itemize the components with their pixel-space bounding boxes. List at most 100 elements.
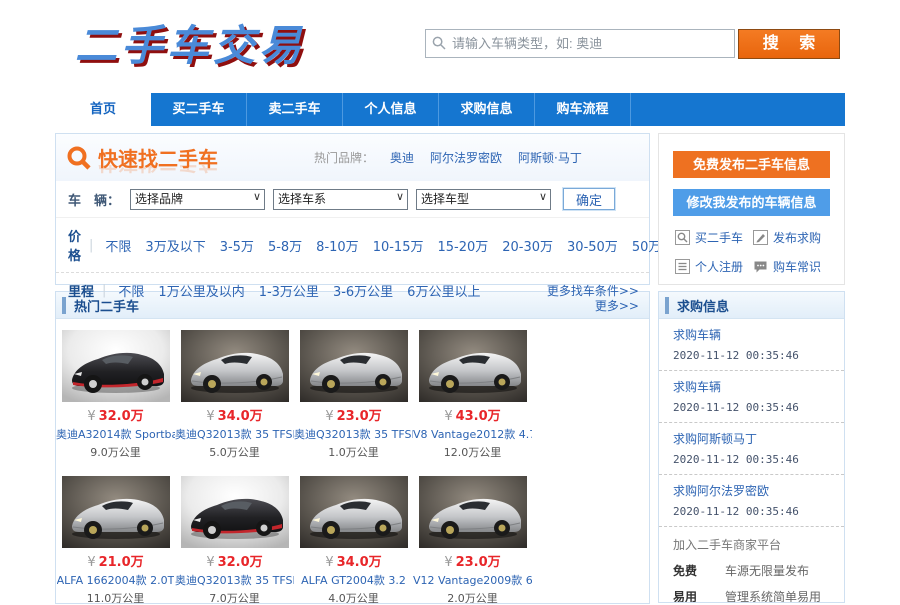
car-card: ¥23.0万 奥迪Q32013款 35 TFSI 进 1.0万公里 (294, 330, 413, 460)
car-price: ¥32.0万 (206, 551, 262, 570)
car-name-link[interactable]: 奥迪A32014款 Sportback (56, 426, 175, 442)
chat-icon (753, 259, 768, 274)
price-option-3-5[interactable]: 3-5万 (220, 236, 254, 255)
price-option-30-50[interactable]: 30-50万 (567, 236, 618, 255)
car-photo[interactable] (62, 476, 170, 548)
wanted-item-link[interactable]: 求购阿斯顿马丁 (673, 430, 834, 447)
register-link[interactable]: 个人注册 (675, 258, 753, 275)
car-card: ¥32.0万 奥迪A32014款 Sportback 9.0万公里 (56, 330, 175, 460)
hot-brand-alfa[interactable]: 阿尔法罗密欧 (430, 149, 502, 166)
car-price: ¥34.0万 (206, 405, 262, 424)
car-photo[interactable] (300, 476, 408, 548)
edit-icon (753, 230, 768, 245)
join-row: 易用 管理系统简单易用 (673, 588, 834, 603)
hot-brand-audi[interactable]: 奥迪 (390, 149, 414, 166)
car-card: ¥21.0万 ALFA 1662004款 2.0T 11.0万公里 (56, 476, 175, 604)
nav-tab-home[interactable]: 首页 (55, 93, 151, 126)
nav-tab-profile[interactable]: 个人信息 (343, 93, 439, 126)
search-input[interactable] (425, 29, 735, 58)
series-select[interactable]: 选择车系 (273, 189, 408, 210)
car-card: ¥34.0万 ALFA GT2004款 3.2 4.0万公里 (294, 476, 413, 604)
wanted-item: 求购阿尔法罗密欧 2020-11-12 00:35:46 (659, 475, 844, 527)
car-name-link[interactable]: ALFA GT2004款 3.2 (301, 572, 406, 588)
car-photo[interactable] (181, 476, 289, 548)
buying-tips-link[interactable]: 购车常识 (753, 258, 831, 275)
car-price: ¥32.0万 (87, 405, 143, 424)
wanted-item-link[interactable]: 求购车辆 (673, 378, 834, 395)
car-price: ¥34.0万 (325, 551, 381, 570)
wanted-item-link[interactable]: 求购车辆 (673, 326, 834, 343)
price-option-8-10[interactable]: 8-10万 (316, 236, 359, 255)
price-label: 价格 (68, 226, 81, 264)
magnifier-icon (66, 145, 92, 171)
nav-tab-process[interactable]: 购车流程 (535, 93, 631, 126)
search-button[interactable]: 搜 索 (738, 29, 840, 59)
hot-cars-panel: 热门二手车 更多>> ¥32.0万 奥迪A32014款 Sportback 9.… (55, 291, 650, 604)
car-mileage: 12.0万公里 (444, 444, 502, 460)
car-price: ¥23.0万 (325, 405, 381, 424)
car-name-link[interactable]: 奥迪Q32013款 35 TFSI 进 (294, 426, 413, 442)
search-icon (675, 230, 690, 245)
post-wanted-link[interactable]: 发布求购 (753, 229, 831, 246)
wanted-item-date: 2020-11-12 00:35:46 (673, 505, 834, 518)
car-price: ¥23.0万 (444, 551, 500, 570)
car-card: ¥32.0万 奥迪Q32013款 35 TFSI 7.0万公里 (175, 476, 294, 604)
publish-car-button[interactable]: 免费发布二手车信息 (673, 151, 830, 178)
brand-select[interactable]: 选择品牌 (130, 189, 265, 210)
car-card: ¥43.0万 V8 Vantage2012款 4.7 S 12.0万公里 (413, 330, 532, 460)
car-price: ¥21.0万 (87, 551, 143, 570)
car-name-link[interactable]: ALFA 1662004款 2.0T (57, 572, 175, 588)
car-name-link[interactable]: 奥迪Q32013款 35 TFSI (175, 572, 294, 588)
nav-tab-wanted[interactable]: 求购信息 (439, 93, 535, 126)
car-photo[interactable] (419, 476, 527, 548)
wanted-item-link[interactable]: 求购阿尔法罗密欧 (673, 482, 834, 499)
price-option-15-20[interactable]: 15-20万 (437, 236, 488, 255)
filters: 价格 | 不限 3万及以下 3-5万 5-8万 8-10万 10-15万 15-… (56, 217, 649, 308)
actions-panel: 免费发布二手车信息 修改我发布的车辆信息 买二手车 (658, 133, 845, 285)
price-option-5-8[interactable]: 5-8万 (268, 236, 302, 255)
car-card-grid: ¥32.0万 奥迪A32014款 Sportback 9.0万公里 ¥34.0万… (56, 319, 649, 604)
car-mileage: 1.0万公里 (328, 444, 379, 460)
hot-brands-label: 热门品牌： (314, 149, 374, 166)
nav-tab-buy[interactable]: 买二手车 (151, 93, 247, 126)
register-icon (675, 259, 690, 274)
wanted-title: 求购信息 (677, 296, 834, 315)
join-dealer-title: 加入二手车商家平台 (673, 536, 834, 553)
buy-car-link[interactable]: 买二手车 (675, 229, 753, 246)
accent-bar (62, 297, 66, 314)
hot-brands: 热门品牌： 奥迪 阿尔法罗密欧 阿斯顿·马丁 (314, 149, 582, 166)
wanted-item: 求购车辆 2020-11-12 00:35:46 (659, 319, 844, 371)
nav-tab-sell[interactable]: 卖二手车 (247, 93, 343, 126)
model-select[interactable]: 选择车型 (416, 189, 551, 210)
car-name-link[interactable]: V8 Vantage2012款 4.7 S (413, 426, 532, 442)
car-mileage: 7.0万公里 (209, 590, 260, 604)
vehicle-select-row: 车 辆： 选择品牌 ∨ 选择车系 ∨ 选择车型 ∨ 确定 (56, 181, 649, 217)
search-icon (432, 36, 446, 50)
price-option-10-15[interactable]: 10-15万 (373, 236, 424, 255)
car-photo[interactable] (62, 330, 170, 402)
main-nav: 首页 买二手车 卖二手车 个人信息 求购信息 购车流程 (55, 93, 845, 126)
wanted-item: 求购阿斯顿马丁 2020-11-12 00:35:46 (659, 423, 844, 475)
car-price: ¥43.0万 (444, 405, 500, 424)
wanted-item-date: 2020-11-12 00:35:46 (673, 453, 834, 466)
wanted-item: 求购车辆 2020-11-12 00:35:46 (659, 371, 844, 423)
car-photo[interactable] (300, 330, 408, 402)
car-mileage: 4.0万公里 (328, 590, 379, 604)
wanted-header: 求购信息 (659, 292, 844, 319)
confirm-button[interactable]: 确定 (563, 188, 615, 210)
modify-car-button[interactable]: 修改我发布的车辆信息 (673, 189, 830, 216)
car-mileage: 5.0万公里 (209, 444, 260, 460)
car-photo[interactable] (419, 330, 527, 402)
hot-cars-header: 热门二手车 更多>> (56, 292, 649, 319)
price-filter-row: 价格 | 不限 3万及以下 3-5万 5-8万 8-10万 10-15万 15-… (56, 218, 649, 272)
car-name-link[interactable]: 奥迪Q32013款 35 TFSI 好 (175, 426, 294, 442)
car-mileage: 2.0万公里 (447, 590, 498, 604)
car-name-link[interactable]: V12 Vantage2009款 6.0L (413, 572, 532, 588)
price-option-20-30[interactable]: 20-30万 (502, 236, 553, 255)
hot-brand-aston[interactable]: 阿斯顿·马丁 (518, 149, 582, 166)
site-logo: 二手车交易 (75, 12, 305, 73)
price-option-any[interactable]: 不限 (105, 236, 131, 255)
hot-cars-more-link[interactable]: 更多>> (595, 297, 639, 314)
price-option-under3[interactable]: 3万及以下 (145, 236, 205, 255)
car-photo[interactable] (181, 330, 289, 402)
